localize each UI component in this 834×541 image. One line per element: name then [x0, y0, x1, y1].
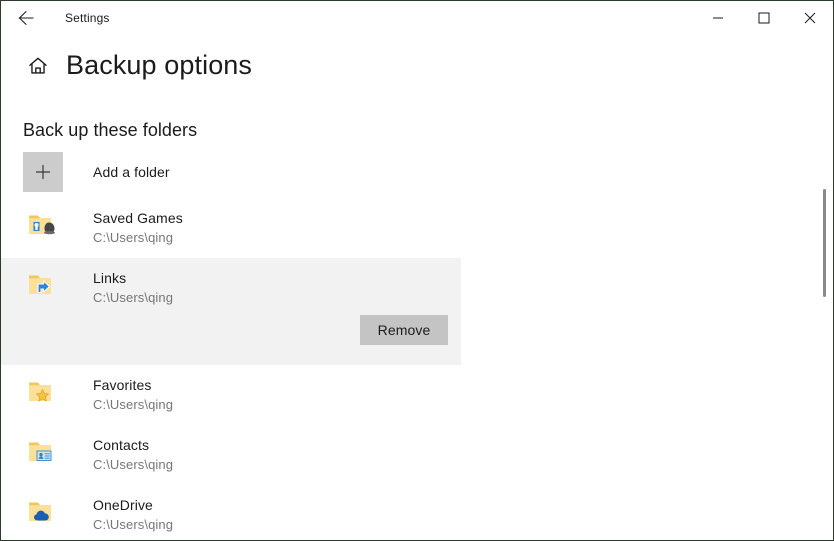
selected-item-actions: Remove	[1, 315, 461, 365]
back-arrow-icon	[15, 7, 37, 29]
close-button[interactable]	[787, 1, 833, 35]
settings-window: Settings Backup options Back up these fo…	[0, 0, 834, 541]
maximize-button[interactable]	[741, 1, 787, 35]
remove-button[interactable]: Remove	[360, 315, 448, 345]
minimize-button[interactable]	[695, 1, 741, 35]
add-folder-button[interactable]: Add a folder	[1, 146, 813, 198]
list-item-selected[interactable]: Links C:\Users\qing	[1, 258, 461, 315]
folder-shortcut-icon	[23, 269, 63, 306]
folder-favorites-icon	[23, 376, 63, 413]
folder-path: C:\Users\qing	[93, 230, 174, 245]
home-icon	[21, 55, 55, 77]
close-icon	[804, 12, 816, 24]
list-item[interactable]: Contacts C:\Users\qing	[1, 425, 461, 485]
list-item-text: Saved Games C:\Users\qing	[93, 208, 183, 247]
title-bar: Settings	[1, 1, 833, 35]
app-title: Settings	[65, 11, 110, 25]
section-heading: Back up these folders	[23, 120, 198, 140]
folder-list: Add a folder Saved Games C:\Users\qing L…	[1, 146, 813, 540]
folder-onedrive-icon	[23, 496, 63, 533]
folder-saved-games-icon	[23, 209, 63, 246]
folder-path: C:\Users\qing	[93, 517, 174, 532]
folder-name: Saved Games	[93, 210, 183, 226]
folder-path: C:\Users\qing	[93, 290, 174, 305]
folder-name: Favorites	[93, 377, 152, 393]
minimize-icon	[712, 12, 724, 24]
list-item-text: OneDrive C:\Users\qing	[93, 495, 173, 534]
list-item-text: Links C:\Users\qing	[93, 268, 173, 307]
folder-name: OneDrive	[93, 497, 153, 513]
list-item[interactable]: OneDrive C:\Users\qing	[1, 485, 461, 540]
scrollbar-thumb[interactable]	[823, 189, 826, 297]
list-item[interactable]: Favorites C:\Users\qing	[1, 365, 461, 425]
page-header: Backup options	[1, 50, 253, 81]
plus-icon	[23, 152, 63, 192]
folder-path: C:\Users\qing	[93, 397, 174, 412]
list-item-text: Contacts C:\Users\qing	[93, 435, 173, 474]
maximize-icon	[758, 12, 770, 24]
folder-name: Links	[93, 270, 127, 286]
folder-path: C:\Users\qing	[93, 457, 174, 472]
window-controls	[695, 1, 833, 35]
back-button[interactable]	[3, 2, 49, 34]
folder-name: Contacts	[93, 437, 150, 453]
add-folder-label: Add a folder	[93, 164, 170, 180]
list-item-text: Favorites C:\Users\qing	[93, 375, 173, 414]
folder-contacts-icon	[23, 436, 63, 473]
vertical-scrollbar[interactable]	[818, 37, 830, 539]
page-title: Backup options	[66, 50, 253, 80]
list-item[interactable]: Saved Games C:\Users\qing	[1, 198, 461, 258]
